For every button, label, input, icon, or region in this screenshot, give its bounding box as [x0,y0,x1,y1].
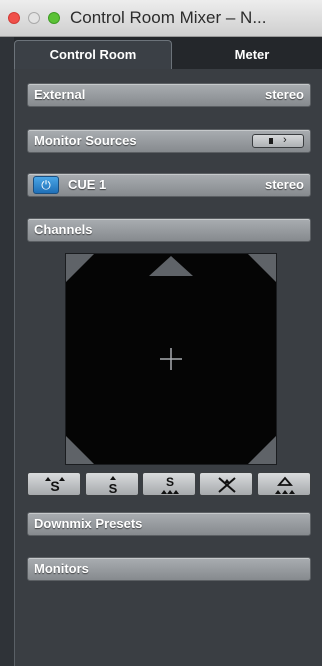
monitors-label: Monitors [34,561,89,576]
svg-text:S: S [166,475,174,489]
spread-surround-icon: S [45,477,65,494]
svg-text:S: S [50,478,59,494]
control-room-mixer-window: Control Room Mixer – N... Control Room M… [0,0,322,666]
arrow-right-icon: › [283,134,287,146]
downmix-presets-section-bar[interactable]: Downmix Presets [27,512,311,536]
front-right-speaker-icon [248,254,276,282]
title-bar: Control Room Mixer – N... [0,0,322,37]
monitor-sources-section-bar[interactable]: Monitor Sources › [27,129,311,153]
front-only-button[interactable] [257,472,311,496]
surround-spread-icon: S [161,475,179,494]
channels-section-bar[interactable]: Channels [27,218,311,242]
monitors-section-bar[interactable]: Monitors [27,557,311,581]
monitor-sources-routing-button[interactable]: › [252,134,304,148]
surround-mode-button-strip: S S S [27,472,311,498]
external-format: stereo [264,87,304,102]
collapse-center-icon [218,477,236,493]
front-left-speaker-icon [66,254,94,282]
surround-panner-graphic [66,254,276,464]
front-only-icon [275,476,295,494]
rear-right-speaker-icon [248,436,276,464]
surround-spread-button[interactable]: S [142,472,196,496]
tab-meter[interactable]: Meter [182,41,322,69]
surround-panner-pad[interactable] [65,253,277,465]
close-window-button[interactable] [8,12,20,24]
channels-label: Channels [34,222,93,237]
monitor-sources-label: Monitor Sources [34,133,137,148]
downmix-presets-label: Downmix Presets [34,516,143,531]
minimize-window-button[interactable] [28,12,40,24]
external-section-bar[interactable]: External stereo [27,83,311,107]
control-room-panel: External stereo Monitor Sources › ⏻ CUE … [14,69,322,666]
crosshair-icon [160,348,182,370]
tab-bar: Control Room Meter [14,37,322,70]
front-center-speaker-icon [149,256,193,276]
power-icon[interactable]: ⏻ [33,176,59,194]
svg-text:S: S [109,481,118,496]
cue-section-bar[interactable]: ⏻ CUE 1 stereo [27,173,311,197]
tab-control-room[interactable]: Control Room [14,40,172,70]
zoom-window-button[interactable] [48,12,60,24]
rear-left-speaker-icon [66,436,94,464]
stereo-spread-button[interactable]: S [85,472,139,496]
routing-indicator-icon [269,138,273,144]
spread-surround-button[interactable]: S [27,472,81,496]
cue-label: CUE 1 [68,177,107,192]
external-label: External [34,87,86,102]
collapse-center-button[interactable] [199,472,253,496]
cue-format: stereo [264,177,304,192]
window-title: Control Room Mixer – N... [70,8,267,27]
stereo-spread-icon: S [109,476,118,496]
